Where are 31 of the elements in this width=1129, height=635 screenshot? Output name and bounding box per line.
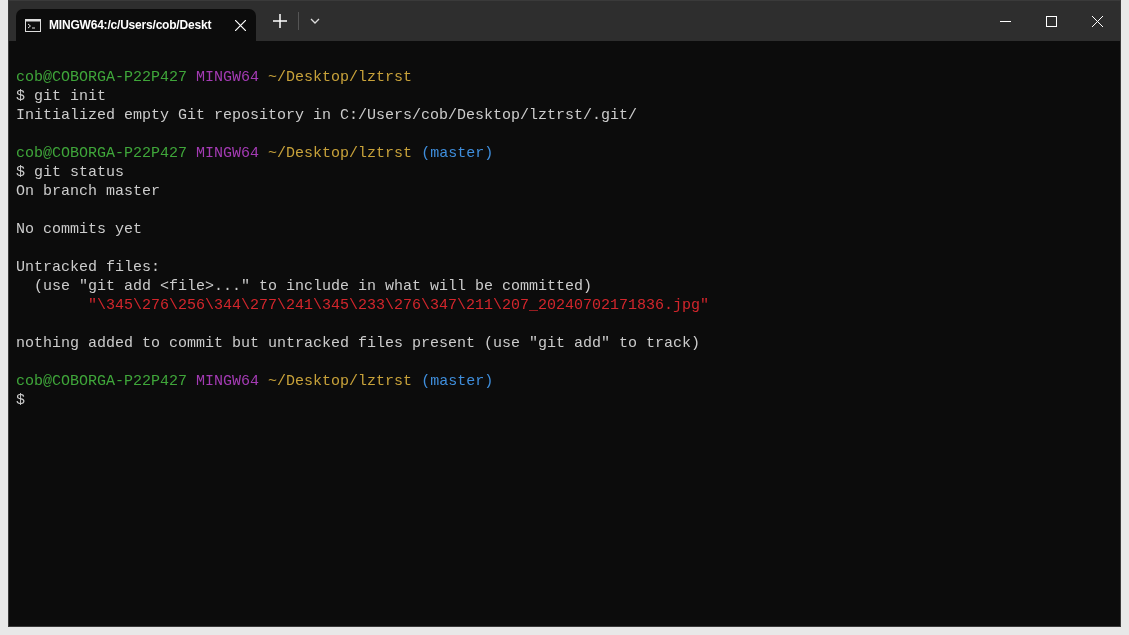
- tab-close-button[interactable]: [232, 17, 248, 33]
- terminal-text: (master): [421, 373, 494, 390]
- terminal-text: MINGW64: [196, 145, 260, 162]
- terminal-text: ~/Desktop/lztrst: [268, 145, 413, 162]
- plus-icon: [273, 14, 287, 28]
- terminal-text: ~/Desktop/lztrst: [268, 373, 413, 390]
- terminal-tab[interactable]: MINGW64:/c/Users/cob/Deskt: [16, 9, 256, 41]
- terminal-text: (use "git add <file>..." to include in what will be committed): [33, 278, 593, 295]
- terminal-text: $ git status: [16, 164, 125, 181]
- tab-title: MINGW64:/c/Users/cob/Deskt: [49, 17, 213, 34]
- close-icon: [234, 19, 246, 31]
- terminal-text: $ git init: [16, 88, 106, 105]
- terminal-text: ~/Desktop/lztrst: [268, 69, 413, 86]
- close-icon: [1091, 15, 1103, 27]
- terminal-text: cob@COBORGA-P22P427: [16, 145, 188, 162]
- maximize-icon: [1045, 15, 1057, 27]
- terminal-text: On branch master: [16, 183, 161, 200]
- minimize-icon: [999, 20, 1011, 22]
- terminal-text: MINGW64: [196, 373, 260, 390]
- terminal-text: No commits yet: [16, 221, 143, 238]
- terminal-text: "\345\276\256\344\277\241\345\233\276\347\211\207_20240702171836.jpg": [87, 297, 710, 314]
- terminal-text: nothing added to commit but untracked files present (use "git add" to track): [16, 335, 701, 352]
- terminal-text: MINGW64: [196, 69, 260, 86]
- chevron-down-icon: [310, 18, 320, 24]
- terminal-text: cob@COBORGA-P22P427: [16, 373, 188, 390]
- console-icon: [25, 18, 41, 32]
- terminal-text: Initialized empty Git repository in C:/Users/cob/Desktop/lztrst/.git/: [16, 107, 638, 124]
- terminal-text: (master): [421, 145, 494, 162]
- terminal-text: cob@COBORGA-P22P427: [16, 69, 188, 86]
- terminal-text: Untracked files:: [16, 259, 161, 276]
- terminal-text: $: [16, 392, 25, 409]
